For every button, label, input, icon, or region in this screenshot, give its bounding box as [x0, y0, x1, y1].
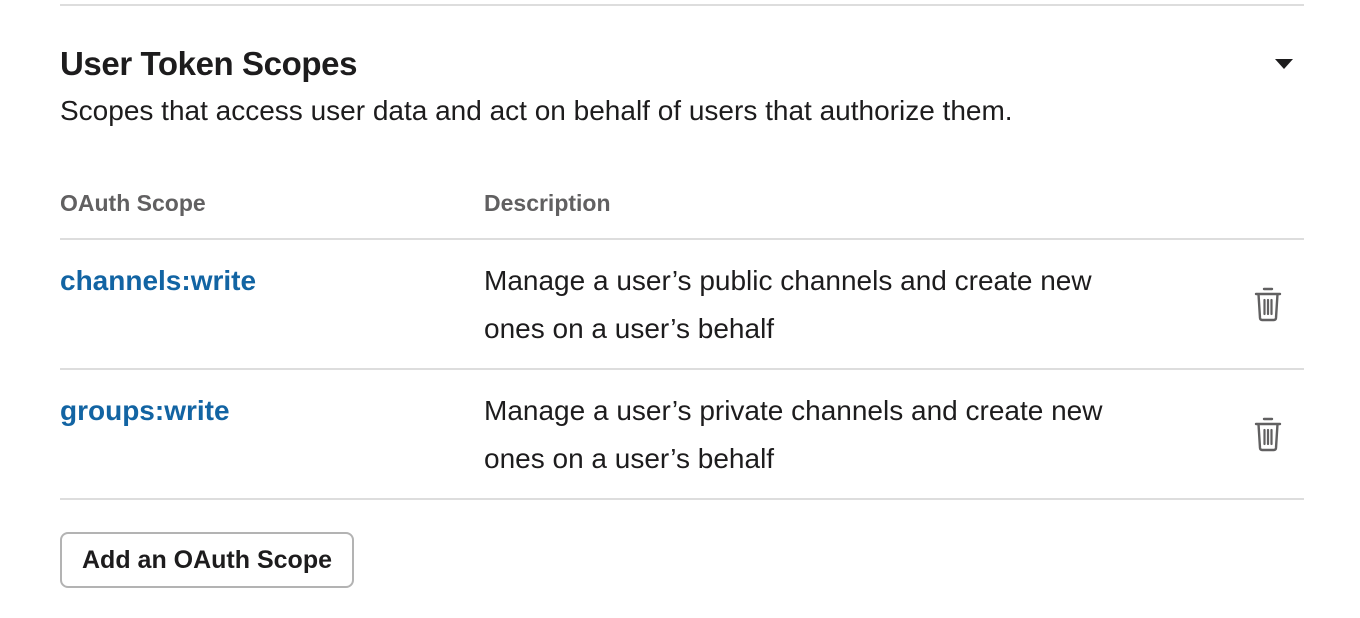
table-row: groups:write Manage a user’s private cha… — [60, 370, 1304, 500]
table-row: channels:write Manage a user’s public ch… — [60, 240, 1304, 370]
scope-link-channels-write[interactable]: channels:write — [60, 262, 256, 300]
user-token-scopes-panel: User Token Scopes Scopes that access use… — [0, 0, 1360, 618]
section-header: User Token Scopes — [60, 40, 1304, 90]
column-header-description: Description — [484, 190, 611, 216]
scope-link-groups-write[interactable]: groups:write — [60, 392, 230, 430]
section-title: User Token Scopes — [60, 45, 358, 82]
table-header: OAuth Scope Description — [60, 178, 1304, 240]
scope-description: Manage a user’s private channels and cre… — [484, 395, 1103, 474]
top-divider — [60, 4, 1304, 6]
column-header-oauth-scope: OAuth Scope — [60, 190, 206, 216]
trash-icon[interactable] — [1252, 284, 1284, 324]
scopes-table: OAuth Scope Description channels:write M… — [60, 178, 1304, 500]
section-description: Scopes that access user data and act on … — [60, 95, 1013, 126]
add-oauth-scope-button[interactable]: Add an OAuth Scope — [60, 532, 354, 588]
scope-description: Manage a user’s public channels and crea… — [484, 265, 1092, 344]
caret-down-icon[interactable] — [1272, 54, 1296, 74]
trash-icon[interactable] — [1252, 414, 1284, 454]
